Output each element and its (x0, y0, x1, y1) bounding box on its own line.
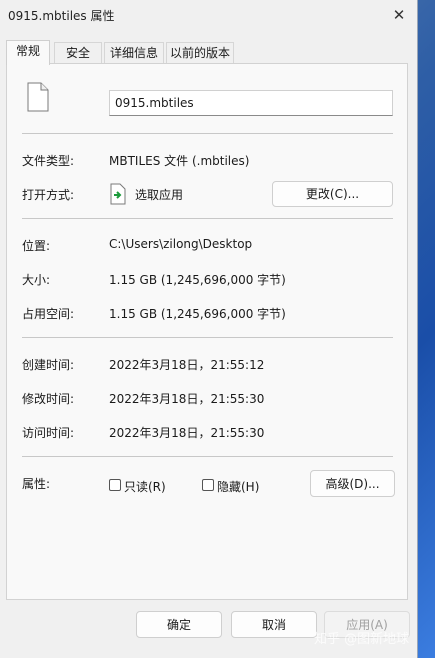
title-bar: 0915.mbtiles 属性 ✕ (0, 0, 418, 30)
created-value: 2022年3月18日，21:55:12 (109, 358, 265, 372)
properties-window: 0915.mbtiles 属性 ✕ 常规 安全 详细信息 以前的版本 文件类型:… (0, 0, 418, 658)
separator (22, 337, 393, 338)
readonly-label[interactable]: 只读(R) (124, 478, 166, 495)
file-icon (27, 82, 49, 112)
size-on-disk-label: 占用空间: (22, 307, 75, 321)
cancel-button[interactable]: 取消 (231, 611, 317, 638)
modified-label: 修改时间: (22, 392, 75, 406)
size-label: 大小: (22, 273, 51, 287)
tab-previous-versions[interactable]: 以前的版本 (166, 42, 234, 63)
general-panel: 文件类型: MBTILES 文件 (.mbtiles) 打开方式: 选取应用 更… (6, 63, 408, 600)
file-name-input[interactable] (109, 90, 393, 116)
open-with-value: 选取应用 (135, 188, 184, 202)
location-value: C:\Users\zilong\Desktop (109, 237, 253, 251)
ok-button[interactable]: 确定 (136, 611, 222, 638)
readonly-checkbox[interactable] (109, 479, 121, 491)
location-label: 位置: (22, 239, 51, 253)
tab-details[interactable]: 详细信息 (104, 42, 164, 63)
size-on-disk-value: 1.15 GB (1,245,696,000 字节) (109, 307, 286, 321)
watermark: 知乎 @图新地球 (314, 632, 410, 647)
accessed-value: 2022年3月18日，21:55:30 (109, 426, 265, 440)
close-icon[interactable]: ✕ (386, 3, 412, 27)
open-with-label: 打开方式: (22, 188, 75, 202)
file-type-label: 文件类型: (22, 154, 75, 168)
separator (22, 456, 393, 457)
accessed-label: 访问时间: (22, 426, 75, 440)
app-picker-icon (110, 183, 126, 205)
created-label: 创建时间: (22, 358, 75, 372)
tab-security[interactable]: 安全 (54, 42, 102, 63)
separator (22, 218, 393, 219)
attributes-label: 属性: (22, 477, 51, 491)
modified-value: 2022年3月18日，21:55:30 (109, 392, 265, 406)
size-value: 1.15 GB (1,245,696,000 字节) (109, 273, 286, 287)
hidden-label[interactable]: 隐藏(H) (217, 478, 259, 495)
file-type-value: MBTILES 文件 (.mbtiles) (109, 154, 250, 168)
window-title: 0915.mbtiles 属性 (8, 9, 115, 23)
advanced-button[interactable]: 高级(D)... (310, 470, 395, 497)
tab-general[interactable]: 常规 (6, 40, 50, 65)
hidden-checkbox[interactable] (202, 479, 214, 491)
separator (22, 133, 393, 134)
change-button[interactable]: 更改(C)... (272, 181, 393, 207)
